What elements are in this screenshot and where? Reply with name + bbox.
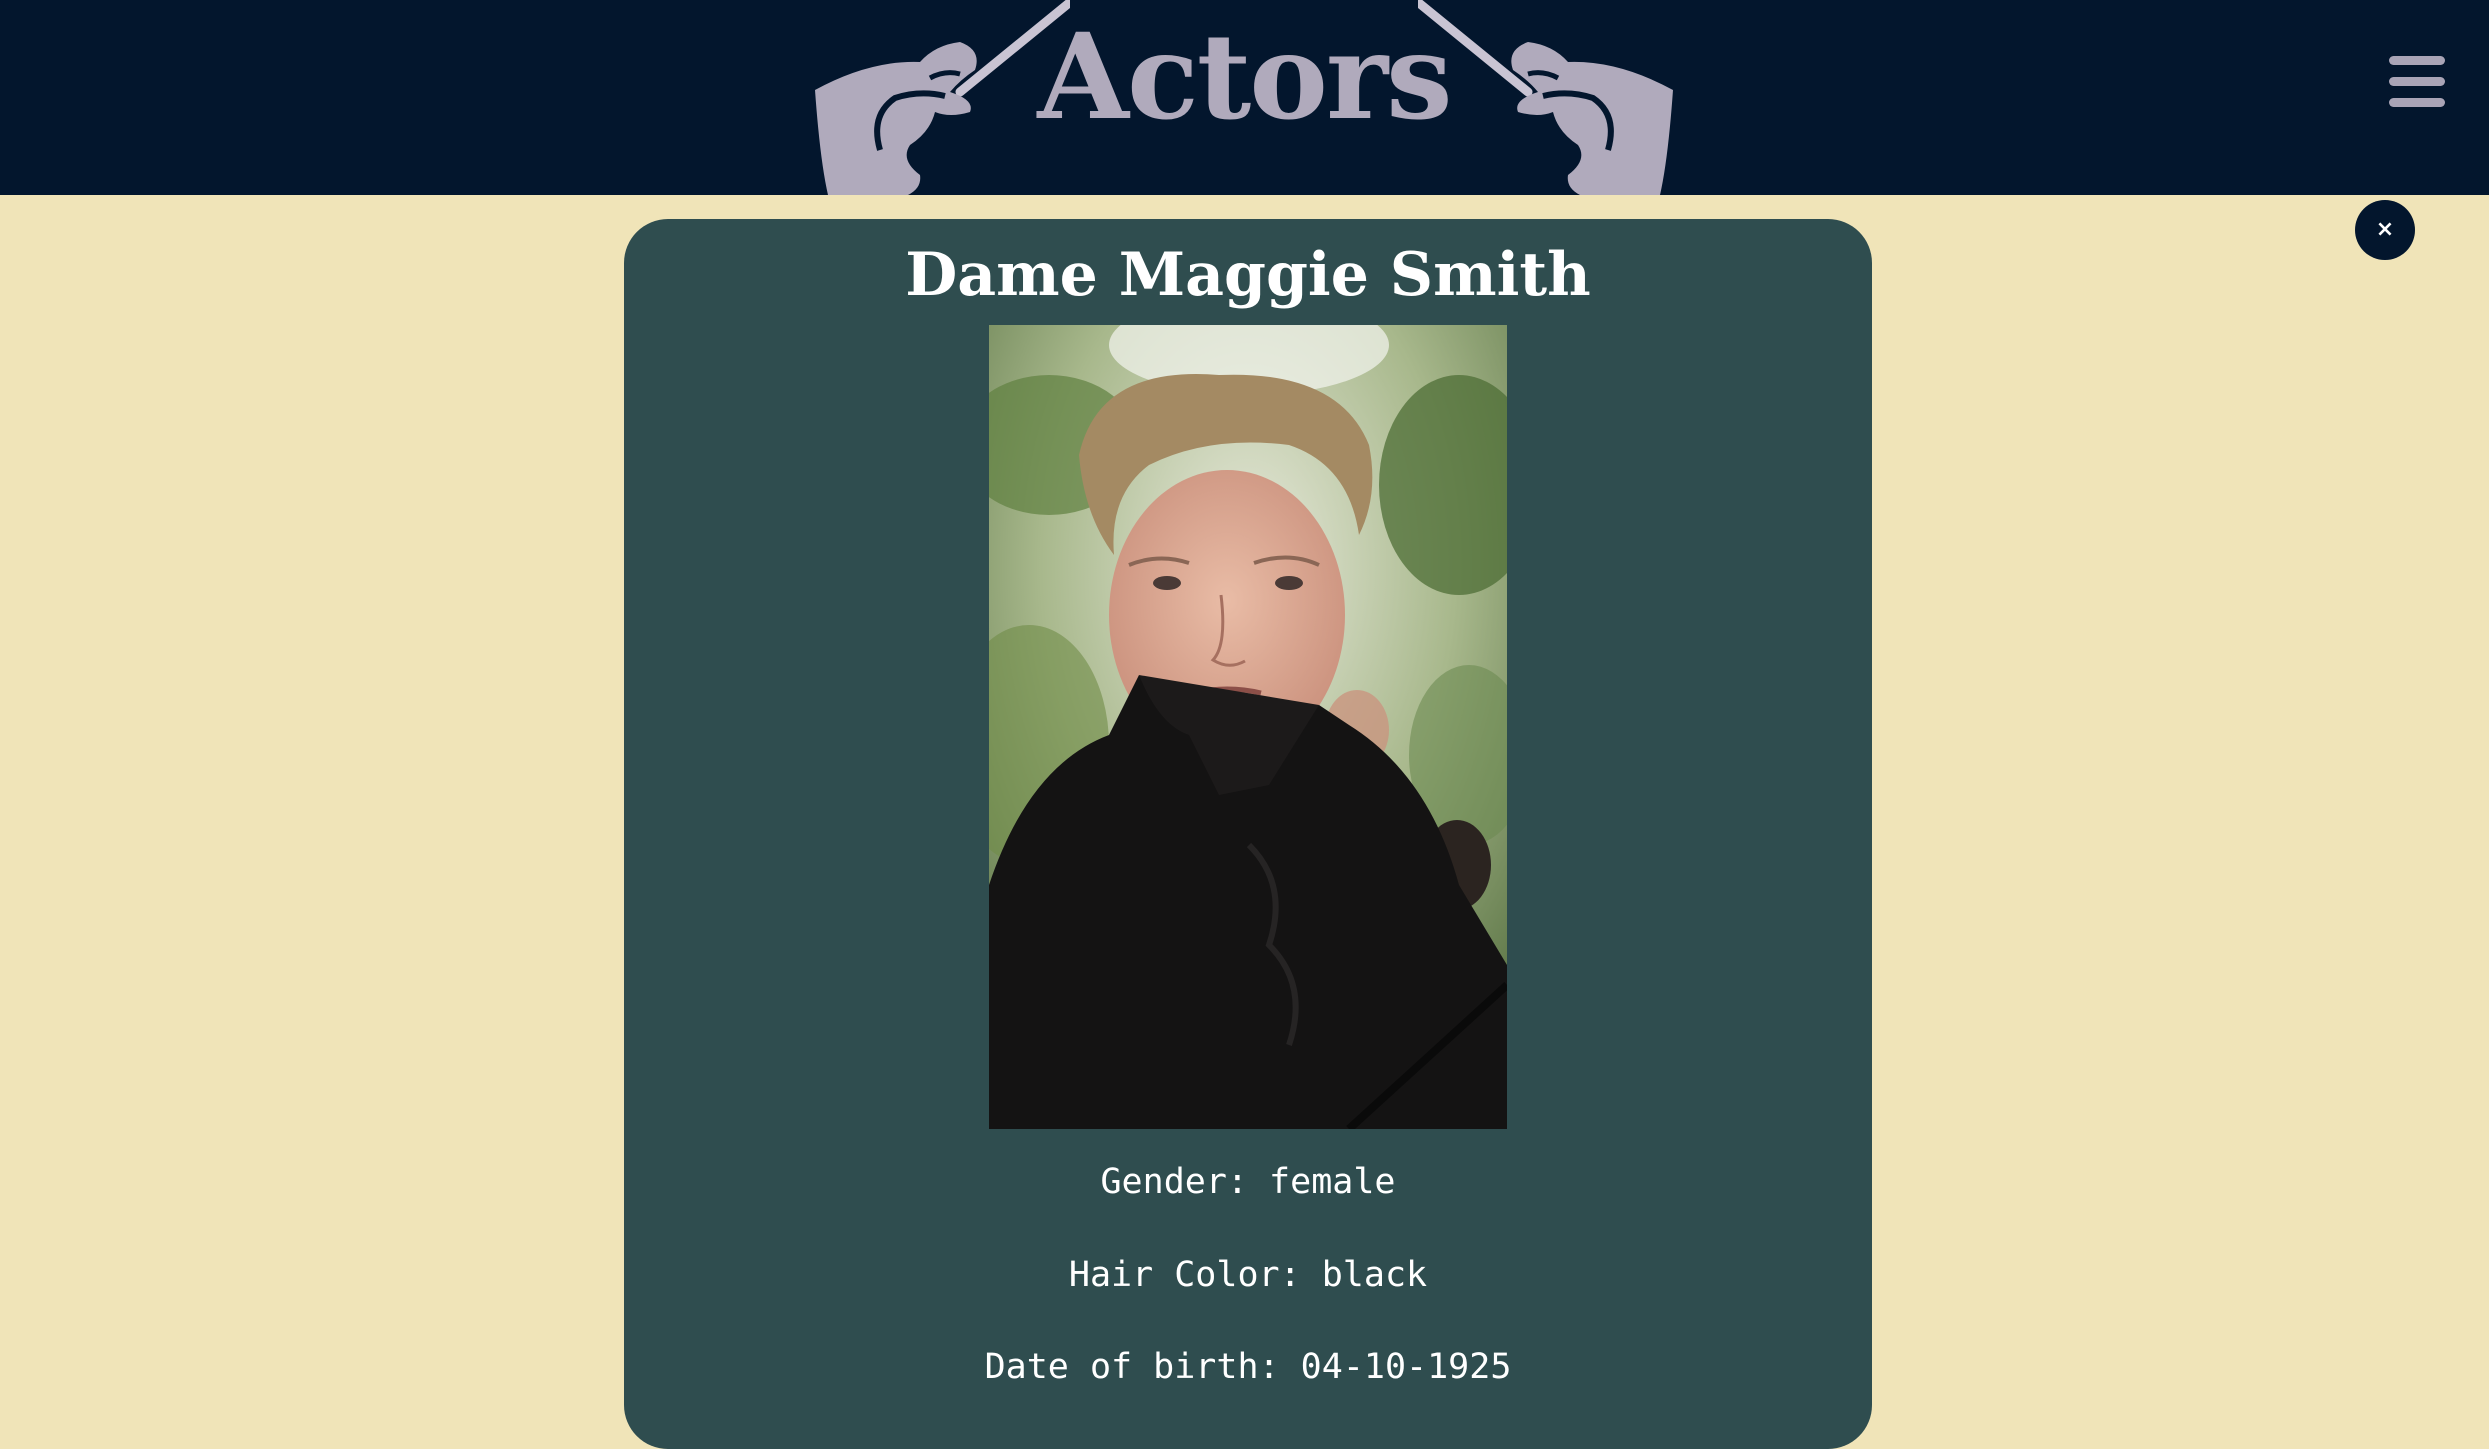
site-title: Actors [1037, 7, 1452, 146]
site-header: Actors [0, 0, 2489, 195]
hamburger-menu-icon[interactable] [2389, 56, 2445, 108]
close-button[interactable]: × [2355, 200, 2415, 260]
hair-color-text: Hair Color: black [1068, 1255, 1428, 1295]
date-of-birth-text: Date of birth: 04-10-1925 [984, 1347, 1512, 1387]
header-banner: Actors [810, 0, 1678, 195]
actor-photo [989, 325, 1507, 1129]
actor-name: Dame Maggie Smith [905, 240, 1591, 310]
gender-text: Gender: female [1100, 1162, 1396, 1202]
actor-detail-card: Dame Maggie Smith Gender: female Hair Co… [624, 219, 1872, 1449]
